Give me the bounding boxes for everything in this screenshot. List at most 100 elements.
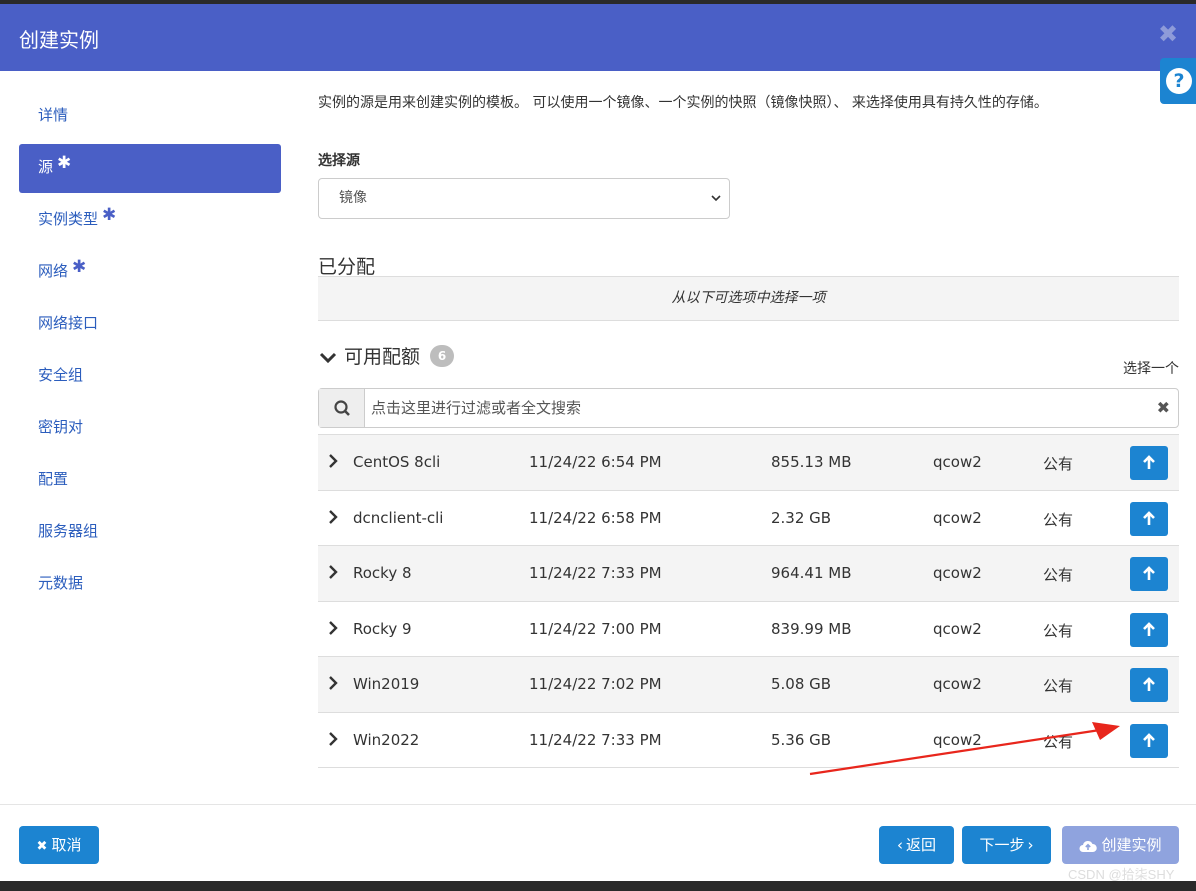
create-instance-modal: 创建实例 ✖ ? 详情 源 ✱ 实例类型 ✱ 网络 ✱ 网络接口 安全组 密钥对 配置… (0, 4, 1196, 881)
cloud-upload-icon (1079, 839, 1098, 853)
image-format: qcow2 (933, 453, 982, 471)
arrow-up-icon (1143, 510, 1155, 525)
image-name: Rocky 8 (353, 564, 412, 582)
required-icon: ✱ (57, 153, 72, 173)
allocate-button[interactable] (1130, 668, 1168, 702)
select-source-value: 镜像 (339, 190, 367, 206)
allocate-button[interactable] (1130, 612, 1168, 647)
allocate-button[interactable] (1130, 557, 1168, 591)
chevron-right-icon: › (1027, 836, 1034, 854)
sidebar-item-label: 网络接口 (38, 314, 99, 332)
image-format: qcow2 (933, 675, 982, 693)
search-bar: ✖ (318, 388, 1179, 428)
image-size: 5.08 GB (771, 675, 832, 693)
allocate-button[interactable] (1130, 501, 1168, 536)
sidebar-item-server-groups[interactable]: 服务器组 (19, 508, 281, 557)
chevron-left-icon: ‹ (896, 836, 903, 854)
sidebar-item-network[interactable]: 网络 ✱ (19, 248, 281, 297)
table-row: Rocky 8 11/24/22 7:33 PM 964.41 MB qcow2… (318, 546, 1179, 602)
expand-row-icon[interactable] (328, 453, 338, 469)
modal-header: 创建实例 ✖ (0, 4, 1196, 71)
allocate-button[interactable] (1130, 446, 1168, 480)
expand-row-icon[interactable] (328, 620, 338, 636)
image-name: dcnclient-cli (353, 508, 444, 527)
allocate-button[interactable] (1130, 723, 1168, 758)
back-button[interactable]: ‹ 返回 (879, 826, 954, 864)
expand-row-icon[interactable] (328, 675, 338, 691)
arrow-up-icon (1143, 677, 1155, 691)
step-description: 实例的源是用来创建实例的模板。 可以使用一个镜像、一个实例的快照（镜像快照）、 … (318, 95, 1048, 111)
image-visibility: 公有 (1043, 677, 1074, 695)
image-name: CentOS 8cli (353, 453, 441, 471)
select-source-label: 选择源 (318, 153, 360, 169)
chevron-down-icon (709, 179, 723, 218)
sidebar-item-label: 详情 (38, 106, 69, 124)
clear-search-icon[interactable]: ✖ (1157, 398, 1170, 417)
watermark: CSDN @拾柒SHY (1068, 867, 1175, 882)
wizard-sidebar: 详情 源 ✱ 实例类型 ✱ 网络 ✱ 网络接口 安全组 密钥对 配置 服务器组 元数据 (19, 92, 281, 612)
arrow-up-icon (1143, 455, 1155, 469)
sidebar-item-label: 元数据 (38, 574, 84, 592)
available-title: 可用配额 (344, 346, 421, 368)
close-icon[interactable]: ✖ (1158, 20, 1178, 48)
modal-title: 创建实例 (19, 28, 99, 52)
expand-row-icon[interactable] (328, 564, 338, 580)
image-updated: 11/24/22 7:33 PM (529, 730, 662, 749)
back-label: 返回 (905, 836, 936, 854)
image-visibility: 公有 (1043, 510, 1074, 529)
image-size: 964.41 MB (771, 564, 852, 582)
expand-row-icon[interactable] (328, 731, 338, 747)
image-visibility: 公有 (1043, 566, 1074, 584)
image-size: 839.99 MB (771, 619, 852, 638)
sidebar-item-label: 实例类型 (38, 210, 99, 228)
sidebar-item-details[interactable]: 详情 (19, 92, 281, 141)
table-row: Win2019 11/24/22 7:02 PM 5.08 GB qcow2 公… (318, 657, 1179, 713)
chevron-down-icon (318, 350, 338, 366)
image-format: qcow2 (933, 564, 982, 582)
help-icon: ? (1166, 68, 1192, 94)
image-size: 855.13 MB (771, 453, 852, 471)
times-icon: ✖ (36, 839, 48, 854)
sidebar-item-configuration[interactable]: 配置 (19, 456, 281, 505)
image-name: Rocky 9 (353, 619, 412, 638)
image-visibility: 公有 (1043, 455, 1074, 473)
image-updated: 11/24/22 6:54 PM (529, 453, 662, 471)
create-label: 创建实例 (1101, 836, 1162, 854)
image-updated: 11/24/22 7:33 PM (529, 564, 662, 582)
available-count-badge: 6 (430, 345, 455, 367)
image-name: Win2019 (353, 675, 420, 693)
arrow-up-icon (1143, 566, 1155, 580)
table-row: dcnclient-cli 11/24/22 6:58 PM 2.32 GB q… (318, 491, 1179, 546)
modal-footer: ✖ 取消 ‹ 返回 下一步 › 创建实例 (0, 804, 1196, 881)
cancel-label: 取消 (51, 836, 82, 854)
cancel-button[interactable]: ✖ 取消 (19, 826, 99, 864)
image-size: 2.32 GB (771, 508, 832, 527)
image-updated: 11/24/22 6:58 PM (529, 508, 662, 527)
image-updated: 11/24/22 7:00 PM (529, 619, 662, 638)
pick-one-hint: 选择一个 (1123, 361, 1179, 377)
expand-row-icon[interactable] (328, 509, 338, 525)
sidebar-item-source[interactable]: 源 ✱ (19, 144, 281, 193)
table-row: Rocky 9 11/24/22 7:00 PM 839.99 MB qcow2… (318, 602, 1179, 657)
available-section-toggle[interactable]: 可用配额 6 (318, 342, 455, 369)
search-input[interactable] (371, 397, 1141, 419)
search-icon (319, 389, 365, 427)
sidebar-item-key-pair[interactable]: 密钥对 (19, 404, 281, 453)
sidebar-item-label: 密钥对 (38, 418, 84, 436)
sidebar-item-label: 源 (38, 158, 54, 176)
select-source-dropdown[interactable]: 镜像 (318, 178, 730, 219)
next-button[interactable]: 下一步 › (962, 826, 1051, 864)
sidebar-item-flavor[interactable]: 实例类型 ✱ (19, 196, 281, 245)
sidebar-item-network-ports[interactable]: 网络接口 (19, 300, 281, 349)
sidebar-item-metadata[interactable]: 元数据 (19, 560, 281, 609)
image-updated: 11/24/22 7:02 PM (529, 675, 662, 693)
source-step-content: 实例的源是用来创建实例的模板。 可以使用一个镜像、一个实例的快照（镜像快照）、 … (318, 92, 1179, 768)
table-row: CentOS 8cli 11/24/22 6:54 PM 855.13 MB q… (318, 435, 1179, 491)
required-icon: ✱ (102, 205, 117, 225)
sidebar-item-security-groups[interactable]: 安全组 (19, 352, 281, 401)
sidebar-item-label: 配置 (38, 470, 69, 488)
allocated-empty-message: 从以下可选项中选择一项 (318, 276, 1179, 321)
required-icon: ✱ (72, 257, 87, 277)
create-instance-button[interactable]: 创建实例 (1062, 826, 1179, 864)
annotation-arrow (809, 722, 1120, 776)
